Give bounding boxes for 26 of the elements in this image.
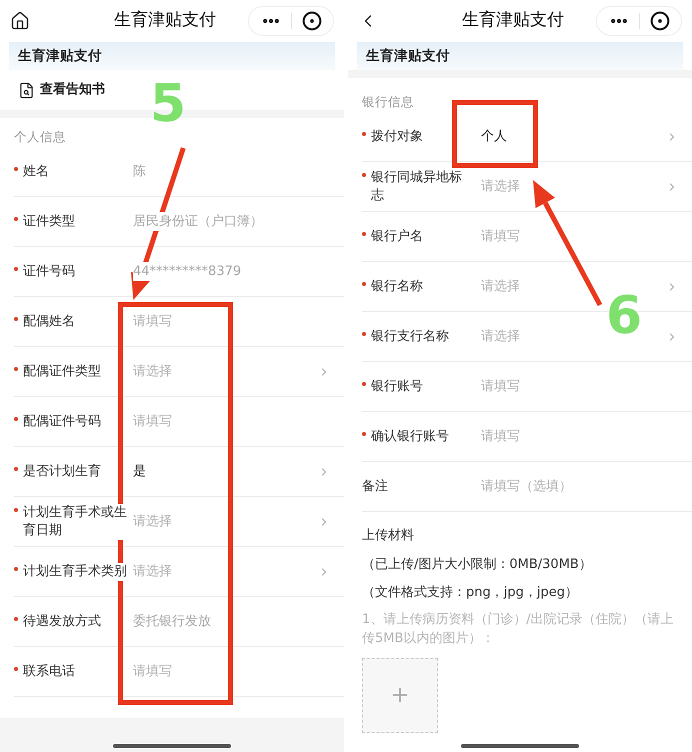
upload-hint: 1、请上传病历资料（门诊）/出院记录（住院）（请上传5MB以内的图片）： — [362, 610, 675, 648]
section-heading: 个人信息 — [14, 128, 66, 146]
text-field[interactable]: 请填写（选填） — [481, 472, 678, 502]
field-label: 计划生育手术类别 — [23, 562, 127, 580]
page-title: 生育津贴支付 — [114, 9, 216, 32]
target-icon[interactable] — [302, 11, 322, 31]
banner-title: 生育津贴支付 — [18, 46, 102, 66]
target-icon[interactable] — [650, 11, 670, 31]
text-field[interactable]: 请填写 — [133, 656, 330, 686]
text-field[interactable]: 请填写 — [133, 306, 330, 336]
text-field[interactable]: 请填写 — [481, 372, 678, 402]
upload-button[interactable] — [362, 658, 438, 732]
banner-title: 生育津贴支付 — [366, 46, 450, 66]
document-search-icon — [18, 82, 35, 98]
upload-note: （已上传/图片大小限制：0MB/30MB） — [362, 556, 593, 574]
text-field[interactable]: 请填写 — [133, 406, 330, 436]
field-value: 44*********8379 — [133, 262, 242, 282]
section-heading: 银行信息 — [362, 93, 414, 112]
text-field[interactable]: 请填写 — [481, 222, 678, 252]
upload-heading: 上传材料 — [362, 527, 415, 545]
page-title: 生育津贴支付 — [462, 9, 564, 32]
step-number: 6 — [606, 286, 642, 346]
upload-note: （文件格式支持：png，jpg，jpeg） — [362, 584, 579, 602]
home-icon[interactable] — [10, 11, 30, 31]
text-field[interactable]: 请填写 — [481, 422, 678, 452]
step-number: 5 — [150, 74, 186, 134]
